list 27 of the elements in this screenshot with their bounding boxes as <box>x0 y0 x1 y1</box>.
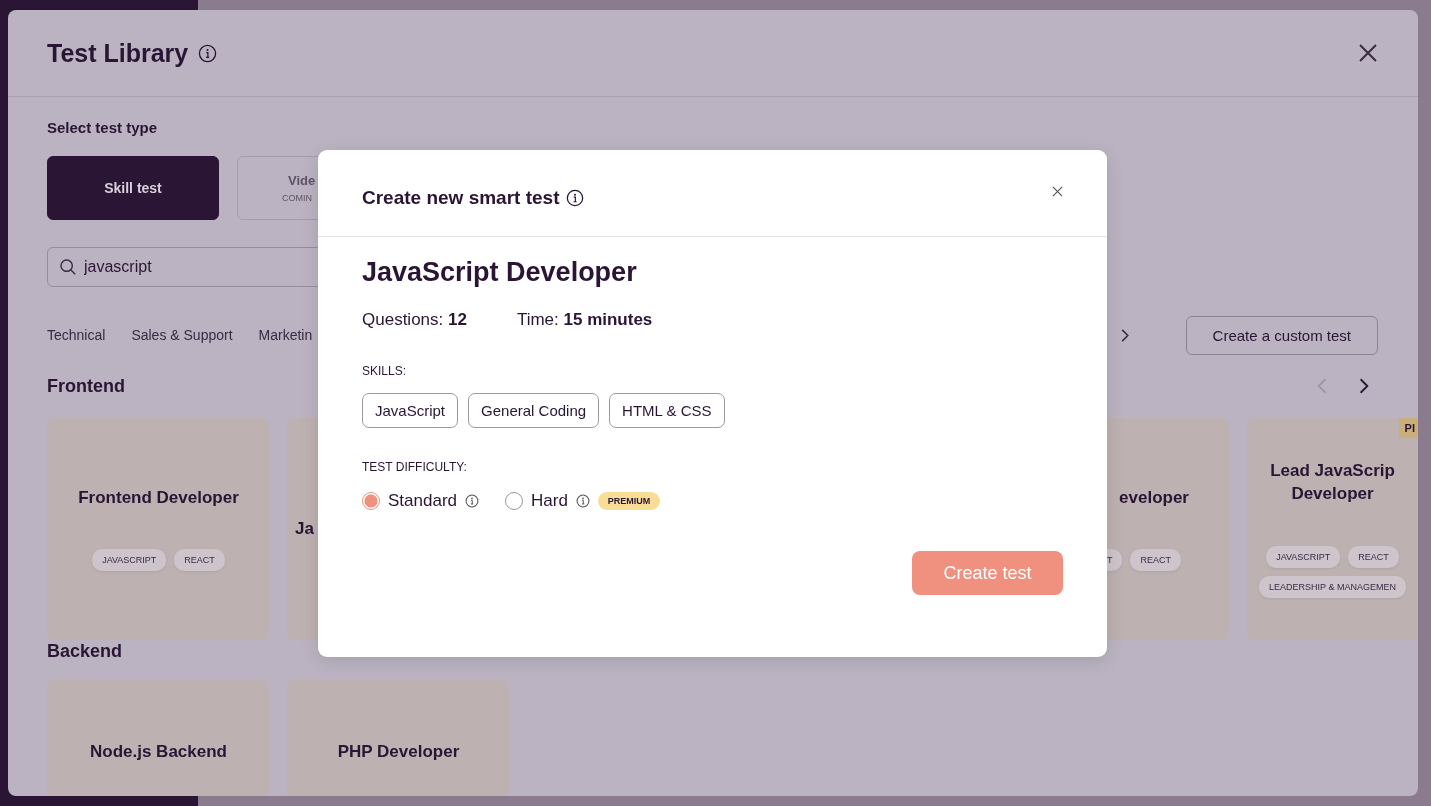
test-card-title: Lead JavaScrip Developer <box>1269 460 1396 505</box>
skill-chip: HTML & CSS <box>609 393 725 428</box>
test-card-title: PHP Developer <box>337 741 460 764</box>
test-card-title: eveloper <box>1119 486 1189 509</box>
section-heading: Backend <box>47 640 123 662</box>
skills-label: SKILLS: <box>362 364 408 378</box>
dialog-title: Create new smart test <box>362 187 560 209</box>
skill-tag: LEADERSHIP & MANAGEMEN <box>1259 575 1406 598</box>
test-card-title: Ja <box>295 517 314 540</box>
premium-badge: PI <box>1398 418 1418 438</box>
skill-tag: JAVASCRIPT <box>92 549 167 572</box>
skill-tag: JAVASCRIPT <box>1266 545 1341 568</box>
premium-badge: PREMIUM <box>597 492 661 510</box>
skill-tag: REACT <box>1348 545 1399 568</box>
skill-tag: REACT <box>174 549 225 572</box>
section-heading: Frontend <box>47 375 125 397</box>
panel-title: Test Library <box>47 38 189 68</box>
test-card-title: Node.js Backend <box>90 741 227 764</box>
test-stat: Time: 15 minutes <box>516 310 653 330</box>
skill-chip: JavaScript <box>362 393 459 428</box>
difficulty-label: TEST DIFFICULTY: <box>362 460 468 474</box>
test-name: JavaScript Developer <box>362 257 638 288</box>
test-stat: Questions: 12 <box>362 310 467 330</box>
skill-tag: REACT <box>1130 549 1181 572</box>
section-label: Select test type <box>47 119 159 136</box>
test-card-title: Frontend Developer <box>78 486 239 509</box>
skill-chip: General Coding <box>468 393 600 428</box>
